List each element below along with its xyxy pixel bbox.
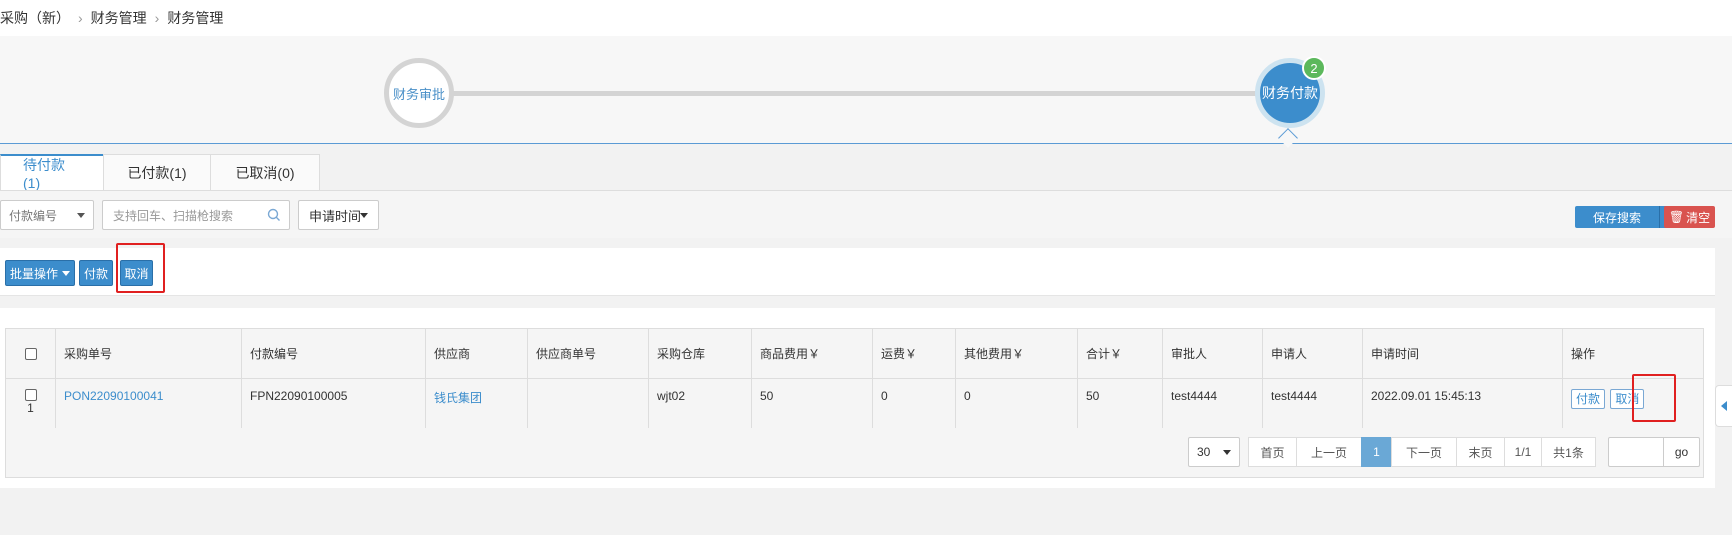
last-page-button[interactable]: 末页 [1456,437,1505,467]
workflow-steps: 财务审批 财务付款 2 [0,36,1732,148]
batch-operation-button[interactable]: 批量操作 [5,260,75,286]
applicant-cell: test4444 [1262,378,1363,429]
freight-cell: 0 [872,378,956,429]
highlight-box-row-cancel [1632,374,1676,422]
trash-icon: 🗑 [1668,210,1685,224]
breadcrumb-item-current: 财务管理 [167,10,224,26]
column-header: 商品费用￥ [751,328,873,379]
caret-down-icon [77,213,85,218]
tab-pending-payment[interactable]: 待付款(1) [0,154,104,191]
chevron-down-icon [1223,450,1231,455]
step-count-badge: 2 [1302,56,1326,80]
go-button[interactable]: go [1663,437,1700,467]
table-header-row: 采购单号 付款编号 供应商 供应商单号 采购仓库 商品费用￥ 运费￥ 其他费用￥… [5,328,1704,379]
batch-operation-label: 批量操作 [9,266,58,281]
save-search-button[interactable]: 保存搜索 [1575,206,1659,228]
approver-cell: test4444 [1162,378,1263,429]
page-size-select[interactable]: 30 [1188,437,1240,467]
breadcrumb-item-purchase[interactable]: 采购（新） [0,8,70,28]
other-fee-cell: 0 [955,378,1078,429]
supplier-link[interactable]: 钱氏集团 [434,391,482,405]
step-connector [447,91,1262,96]
breadcrumb: 采购（新） › 财务管理 › 财务管理 [0,0,1732,36]
column-header: 采购单号 [55,328,242,379]
breadcrumb-item-finance[interactable]: 财务管理 [91,8,147,28]
row-checkbox[interactable] [24,388,37,401]
search-input[interactable]: 支持回车、扫描枪搜索 [102,200,290,230]
column-header: 审批人 [1162,328,1263,379]
table-row: 1 PON22090100041 FPN22090100005 钱氏集团 wjt… [5,378,1704,429]
filter-bar: 付款编号 支持回车、扫描枪搜索 申请时间 [0,190,1732,238]
current-page-button[interactable]: 1 [1361,437,1392,467]
search-field-select[interactable]: 付款编号 [0,200,94,230]
goods-fee-cell: 50 [751,378,873,429]
column-header: 申请人 [1262,328,1363,379]
first-page-button[interactable]: 首页 [1248,437,1297,467]
column-header: 供应商单号 [527,328,649,379]
row-index: 1 [27,401,34,415]
payment-table-panel: 采购单号 付款编号 供应商 供应商单号 采购仓库 商品费用￥ 运费￥ 其他费用￥… [0,308,1715,488]
apply-time-label: 申请时间 [309,208,362,224]
search-field-label: 付款编号 [9,208,58,223]
tab-cancelled[interactable]: 已取消(0) [210,154,320,190]
payment-number-cell: FPN22090100005 [241,378,426,429]
highlight-box-cancel [116,243,165,293]
row-checkbox-cell: 1 [5,378,56,429]
apply-time-cell: 2022.09.01 15:45:13 [1362,378,1563,429]
column-header: 申请时间 [1362,328,1563,379]
column-header: 合计￥ [1077,328,1163,379]
select-all-checkbox[interactable] [24,348,37,361]
side-panel-toggle[interactable] [1715,385,1732,427]
apply-time-filter-button[interactable]: 申请时间 [298,200,379,230]
pagination: 首页 上一页 1 下一页 末页 1/1 共1条 [1248,437,1596,467]
supplier-cell: 钱氏集团 [425,378,528,429]
page-size-value: 30 [1197,445,1211,459]
chevron-right-icon: › [78,10,83,26]
warehouse-cell: wjt02 [648,378,752,429]
supplier-number-cell [527,378,649,429]
next-page-button[interactable]: 下一页 [1391,437,1457,467]
step-finance-approval[interactable]: 财务审批 [384,58,454,128]
pay-button[interactable]: 付款 [79,260,113,286]
action-toolbar: 批量操作 付款 取消 [0,248,1715,296]
payment-table: 采购单号 付款编号 供应商 供应商单号 采购仓库 商品费用￥ 运费￥ 其他费用￥… [5,328,1704,429]
total-count: 共1条 [1541,437,1596,467]
column-header: 采购仓库 [648,328,752,379]
clear-button[interactable]: 🗑 清空 [1664,206,1715,228]
search-icon[interactable] [267,208,281,222]
select-all-checkbox-cell [5,328,56,379]
clear-label: 清空 [1686,210,1711,225]
chevron-right-icon: › [154,10,160,26]
column-header: 供应商 [425,328,528,379]
column-header: 其他费用￥ [955,328,1078,379]
search-placeholder: 支持回车、扫描枪搜索 [113,208,234,223]
total-cell: 50 [1077,378,1163,429]
status-tabs: 待付款(1) 已付款(1) 已取消(0) [0,154,320,191]
page-info: 1/1 [1504,437,1542,467]
goto-page-input[interactable] [1608,437,1664,467]
po-number-cell: PON22090100041 [55,378,242,429]
column-header: 付款编号 [241,328,426,379]
column-header: 运费￥ [872,328,956,379]
prev-page-button[interactable]: 上一页 [1296,437,1362,467]
column-header: 操作 [1562,328,1704,379]
row-pay-button[interactable]: 付款 [1571,389,1606,409]
po-number-link[interactable]: PON22090100041 [64,389,163,403]
pagination-bar: 30 首页 上一页 1 下一页 末页 1/1 共1条 go [5,428,1704,478]
tab-paid[interactable]: 已付款(1) [103,154,211,190]
caret-down-icon [360,213,368,218]
caret-down-icon [62,270,70,276]
active-step-pointer [1278,128,1298,148]
caret-left-icon [1721,401,1727,411]
